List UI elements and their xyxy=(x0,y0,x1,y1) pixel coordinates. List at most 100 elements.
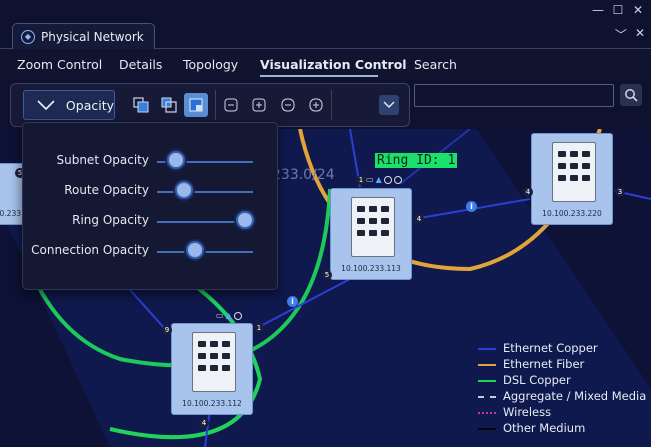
layer-stack-icon xyxy=(189,98,203,112)
legend-swatch xyxy=(478,412,496,414)
info-icon[interactable]: i xyxy=(287,296,298,307)
legend-item: Ethernet Fiber xyxy=(478,356,648,372)
port-label: 4 xyxy=(199,418,209,428)
info-icon[interactable]: i xyxy=(466,201,477,212)
legend-label: Other Medium xyxy=(503,421,586,435)
subnet-opacity-slider[interactable]: Subnet Opacity xyxy=(23,151,277,171)
legend-swatch xyxy=(478,428,496,430)
switch-image xyxy=(552,142,596,202)
close-tab-icon[interactable]: ✕ xyxy=(635,26,645,43)
legend-item: Other Medium xyxy=(478,420,648,436)
zoom-in-button[interactable] xyxy=(247,93,271,117)
toolbar-separator xyxy=(331,90,332,120)
search-button[interactable] xyxy=(620,84,642,106)
port-label: 1 xyxy=(356,175,366,185)
slider-knob[interactable] xyxy=(236,211,255,229)
minus-circle-icon xyxy=(281,98,295,112)
legend-swatch xyxy=(478,380,496,382)
layer-mode-button[interactable] xyxy=(184,93,208,117)
switch-image xyxy=(192,332,236,392)
chevron-down-icon xyxy=(37,100,55,111)
search-icon xyxy=(625,89,638,102)
network-device[interactable]: 10.100.233.112 xyxy=(171,323,253,415)
opacity-dropdown-button[interactable]: Opacity xyxy=(23,90,115,120)
legend-label: Aggregate / Mixed Media xyxy=(503,389,647,403)
device-status-icons: ▭ ▲ xyxy=(366,175,402,184)
menu-topology[interactable]: Topology xyxy=(183,57,238,72)
document-tab-bar: ◆ Physical Network ﹀ ✕ xyxy=(0,22,651,49)
close-icon[interactable]: ✕ xyxy=(631,3,645,17)
legend-label: DSL Copper xyxy=(503,373,571,387)
arrow-up-icon: ▲ xyxy=(375,175,382,184)
legend-swatch xyxy=(478,364,496,366)
legend-label: Ethernet Fiber xyxy=(503,357,585,371)
legend-item: Ethernet Copper xyxy=(478,340,648,356)
menu-search[interactable]: Search xyxy=(414,57,457,72)
link-legend: Ethernet Copper Ethernet Fiber DSL Coppe… xyxy=(478,340,648,436)
slider-knob[interactable] xyxy=(174,181,193,199)
opacity-panel: Subnet Opacity Route Opacity Ring Opacit… xyxy=(22,122,278,290)
window-controls: — ☐ ✕ xyxy=(591,3,645,17)
network-shield-icon: ◆ xyxy=(21,29,35,44)
status-circle-icon xyxy=(393,175,402,184)
connection-opacity-slider[interactable]: Connection Opacity xyxy=(23,241,277,261)
port-label: 4 xyxy=(414,214,424,224)
collapse-toolbar-button[interactable] xyxy=(379,95,399,115)
minimize-icon[interactable]: — xyxy=(591,3,605,17)
zoom-out-button[interactable] xyxy=(219,93,243,117)
network-device[interactable]: 10.100.233.113 xyxy=(330,188,412,280)
slider-label: Ring Opacity xyxy=(72,213,149,227)
legend-label: Wireless xyxy=(503,405,552,419)
device-ip: 10.100.233.113 xyxy=(341,264,401,273)
menu-visualization-control[interactable]: Visualization Control xyxy=(260,57,407,72)
legend-item: Aggregate / Mixed Media xyxy=(478,388,648,404)
tab-title: Physical Network xyxy=(41,29,144,44)
slider-knob[interactable] xyxy=(167,151,186,169)
legend-swatch xyxy=(478,396,496,398)
menu-details[interactable]: Details xyxy=(119,57,162,72)
network-device[interactable]: 10.100.233.220 xyxy=(531,133,613,225)
switch-image xyxy=(351,197,395,257)
layer-front-icon xyxy=(133,97,149,113)
slider-knob[interactable] xyxy=(186,241,205,259)
slider-label: Connection Opacity xyxy=(31,243,149,257)
visualization-toolbar: Opacity xyxy=(10,83,410,127)
tab-physical-network[interactable]: ◆ Physical Network xyxy=(12,23,155,49)
status-circle-icon xyxy=(383,175,392,184)
zoom-in-icon xyxy=(252,98,266,112)
plus-circle-icon xyxy=(309,98,323,112)
menu-zoom-control[interactable]: Zoom Control xyxy=(17,57,102,72)
device-status-icons: ▭ ▲ xyxy=(216,311,242,320)
chevron-down-icon[interactable]: ﹀ xyxy=(615,26,627,43)
bring-forward-button[interactable] xyxy=(129,93,153,117)
device-ip: 10.233 xyxy=(0,209,21,218)
slider-label: Route Opacity xyxy=(64,183,149,197)
slider-track[interactable] xyxy=(157,251,253,253)
port-label: 1 xyxy=(254,323,264,333)
arrow-up-icon: ▲ xyxy=(225,311,232,320)
link-icon: ▭ xyxy=(366,175,374,184)
zoom-out-icon xyxy=(224,98,238,112)
search-input[interactable] xyxy=(414,84,614,107)
ring-id-label: Ring ID: 1 xyxy=(375,153,458,168)
ring-opacity-slider[interactable]: Ring Opacity xyxy=(23,211,277,231)
send-backward-button[interactable] xyxy=(157,93,181,117)
expand-button[interactable] xyxy=(304,93,328,117)
port-label: 4 xyxy=(523,187,533,197)
active-tab-underline xyxy=(260,75,378,77)
subnet-label: 233.0/24 xyxy=(272,167,335,183)
physical-network-window: — ☐ ✕ ◆ Physical Network ﹀ ✕ Zoom Contro… xyxy=(0,0,651,447)
opacity-label: Opacity xyxy=(65,97,114,113)
device-ip: 10.100.233.112 xyxy=(182,399,242,408)
toolbar-separator xyxy=(215,90,216,120)
slider-track[interactable] xyxy=(157,191,253,193)
maximize-icon[interactable]: ☐ xyxy=(611,3,625,17)
shrink-button[interactable] xyxy=(276,93,300,117)
device-ip: 10.100.233.220 xyxy=(542,209,602,218)
port-label: 3 xyxy=(615,187,625,197)
legend-swatch xyxy=(478,348,496,350)
link-icon: ▭ xyxy=(216,311,224,320)
layer-back-icon xyxy=(161,97,177,113)
legend-item: DSL Copper xyxy=(478,372,648,388)
route-opacity-slider[interactable]: Route Opacity xyxy=(23,181,277,201)
